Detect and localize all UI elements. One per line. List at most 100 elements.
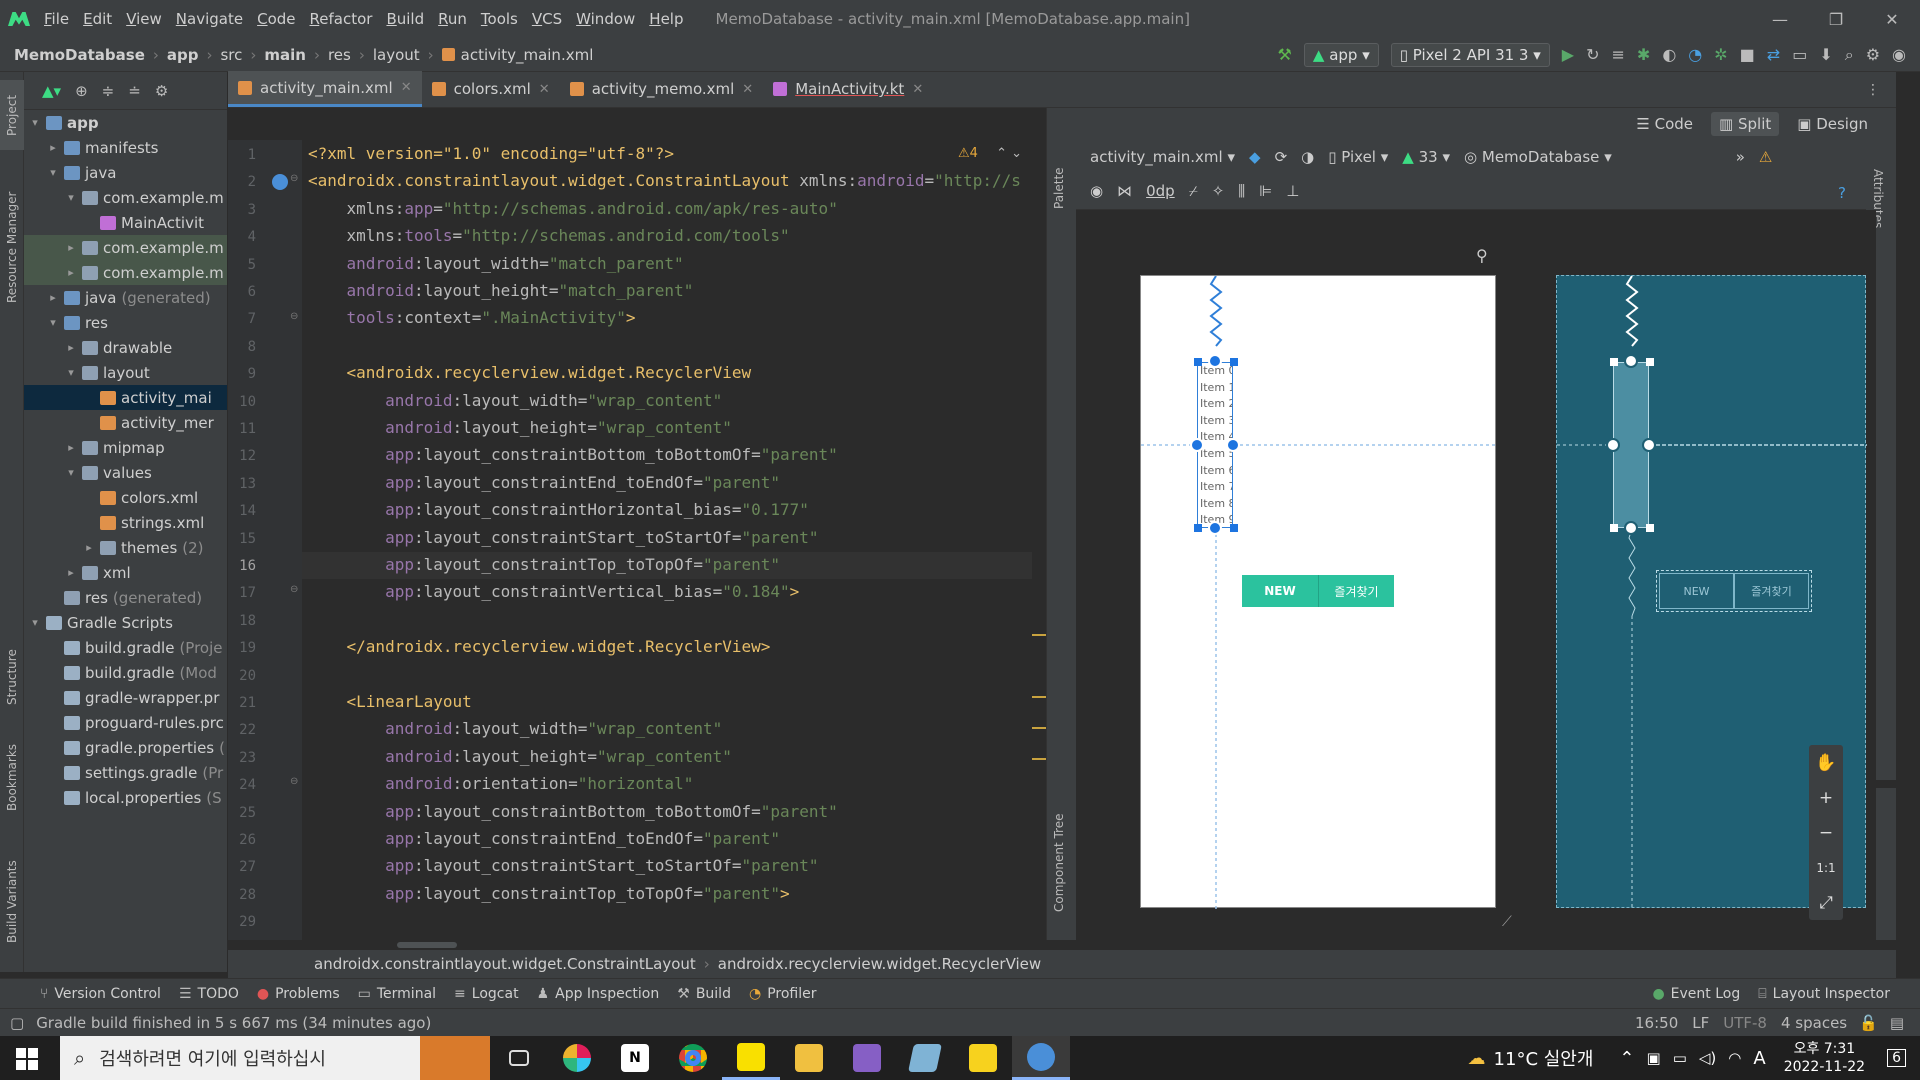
code-line[interactable]: android:orientation="horizontal" bbox=[308, 774, 693, 793]
layout-file-select[interactable]: activity_main.xml ▾ bbox=[1090, 148, 1235, 166]
device-manager-icon[interactable]: ▭ bbox=[1792, 45, 1807, 64]
code-line[interactable]: app:layout_constraintVertical_bias="0.18… bbox=[308, 582, 799, 601]
inspection-warning-badge[interactable]: ⚠4 ⌃ ⌄ bbox=[958, 146, 1022, 161]
code-line[interactable]: android:layout_width="wrap_content" bbox=[308, 391, 722, 410]
status-toggle-icon[interactable]: ▢ bbox=[10, 1014, 24, 1032]
expand-all-icon[interactable]: ≑ bbox=[102, 82, 115, 100]
code-line[interactable]: </androidx.recyclerview.widget.RecyclerV… bbox=[308, 637, 771, 656]
clear-constraints-icon[interactable]: ⌿ bbox=[1189, 182, 1198, 200]
blueprint-resize-handle[interactable] bbox=[1610, 358, 1618, 366]
chevron-icon[interactable]: ▾ bbox=[28, 616, 42, 629]
tree-item[interactable]: res (generated) bbox=[24, 585, 227, 610]
tree-item[interactable]: ▸ com.example.m bbox=[24, 260, 227, 285]
tray-chevron-icon[interactable]: ⌃ bbox=[1619, 1048, 1634, 1069]
tree-item[interactable]: ▾ com.example.m bbox=[24, 185, 227, 210]
battery-icon[interactable]: ▭ bbox=[1673, 1049, 1687, 1067]
infer-constraints-icon[interactable]: ✧ bbox=[1212, 182, 1225, 200]
new-button-preview[interactable]: NEW bbox=[1242, 575, 1318, 607]
tab-mainactivity-kt[interactable]: MainActivity.kt ✕ bbox=[763, 71, 933, 107]
sync-gradle-icon[interactable]: ⇄ bbox=[1767, 45, 1780, 64]
pan-hand-icon[interactable]: ✋ bbox=[1809, 745, 1843, 780]
tree-item[interactable]: ▾ app bbox=[24, 110, 227, 135]
breadcrumb-constraint-layout[interactable]: androidx.constraintlayout.widget.Constra… bbox=[314, 955, 696, 973]
tree-item[interactable]: gradle-wrapper.pr bbox=[24, 685, 227, 710]
theme-select[interactable]: ◎ MemoDatabase ▾ bbox=[1464, 148, 1612, 166]
breadcrumb-item[interactable]: src bbox=[220, 46, 242, 64]
event-log-tab[interactable]: ● Event Log bbox=[1652, 986, 1740, 1002]
warning-mark[interactable] bbox=[1032, 696, 1046, 698]
menu-run[interactable]: Run bbox=[438, 10, 467, 28]
chevron-icon[interactable]: ▾ bbox=[64, 191, 78, 204]
recycler-list-item[interactable]: Item 8 bbox=[1200, 497, 1232, 510]
network-icon[interactable]: ▣ bbox=[1647, 1049, 1661, 1067]
device-select-design[interactable]: ▯ Pixel ▾ bbox=[1328, 148, 1388, 166]
code-line[interactable]: xmlns:app="http://schemas.android.com/ap… bbox=[308, 199, 838, 218]
line-separator[interactable]: LF bbox=[1692, 1014, 1709, 1032]
task-view-icon[interactable] bbox=[490, 1036, 548, 1080]
android-studio-taskbar-icon[interactable] bbox=[1012, 1036, 1070, 1080]
locate-icon[interactable]: ⊕ bbox=[75, 82, 88, 100]
profiler-tab[interactable]: ◔ Profiler bbox=[749, 986, 817, 1002]
autoconnect-icon[interactable]: ⋈ bbox=[1117, 182, 1132, 200]
status-message[interactable]: Gradle build finished in 5 s 667 ms (34 … bbox=[36, 1014, 431, 1032]
fold-icon[interactable]: ⊖ bbox=[290, 173, 298, 184]
fold-icon[interactable]: ⊖ bbox=[290, 584, 298, 595]
lock-icon[interactable]: 🔓 bbox=[1859, 1014, 1878, 1032]
notification-badge[interactable]: 6 bbox=[1887, 1049, 1906, 1067]
close-tab-icon[interactable]: ✕ bbox=[742, 82, 753, 97]
tree-item[interactable]: activity_mai bbox=[24, 385, 227, 410]
split-mode-button[interactable]: ▥ Split bbox=[1711, 112, 1780, 136]
chevron-icon[interactable]: ▾ bbox=[28, 116, 42, 129]
warning-mark[interactable] bbox=[1032, 634, 1046, 636]
code-line[interactable]: <androidx.recyclerview.widget.RecyclerVi… bbox=[308, 363, 752, 382]
menu-navigate[interactable]: Navigate bbox=[176, 10, 243, 28]
settings-gear-icon[interactable]: ⚙ bbox=[1866, 45, 1880, 64]
layout-warning-icon[interactable]: ⚠ bbox=[1759, 148, 1772, 166]
tree-item[interactable]: MainActivit bbox=[24, 210, 227, 235]
sdk-manager-icon[interactable]: ⬇ bbox=[1819, 45, 1832, 64]
chevron-icon[interactable]: ▸ bbox=[82, 541, 96, 554]
code-line[interactable]: xmlns:tools="http://schemas.android.com/… bbox=[308, 226, 790, 245]
start-constraint-handle[interactable] bbox=[1190, 438, 1204, 452]
wifi-icon[interactable]: ◠ bbox=[1728, 1049, 1741, 1067]
resource-manager-tab[interactable]: Resource Manager bbox=[0, 172, 24, 322]
fold-icon[interactable]: ⊖ bbox=[290, 311, 298, 322]
menu-code[interactable]: Code bbox=[257, 10, 295, 28]
close-tab-icon[interactable]: ✕ bbox=[401, 80, 412, 95]
apply-changes-icon[interactable]: ↻ bbox=[1586, 45, 1599, 64]
tab-activity-memo-xml[interactable]: activity_memo.xml ✕ bbox=[560, 71, 764, 107]
night-mode-icon[interactable]: ◑ bbox=[1301, 148, 1314, 166]
zoom-actual-size-button[interactable]: 1:1 bbox=[1809, 850, 1843, 885]
blueprint-resize-handle[interactable] bbox=[1646, 358, 1654, 366]
resize-handle-icon[interactable]: ⟋ bbox=[1502, 914, 1512, 930]
scroll-thumb[interactable] bbox=[397, 942, 457, 948]
blueprint-end-handle[interactable] bbox=[1642, 438, 1656, 452]
palette-tab[interactable]: Palette bbox=[1047, 148, 1071, 228]
close-icon[interactable]: ✕ bbox=[1864, 0, 1920, 38]
volume-icon[interactable]: ◁) bbox=[1699, 1049, 1716, 1067]
tree-item[interactable]: ▸ themes (2) bbox=[24, 535, 227, 560]
android-view-icon[interactable]: ▲▾ bbox=[42, 82, 61, 100]
sticky-notes-icon[interactable] bbox=[954, 1036, 1012, 1080]
code-line[interactable]: app:layout_constraintStart_toStartOf="pa… bbox=[308, 528, 818, 547]
recycler-list-item[interactable]: Item 7 bbox=[1200, 480, 1232, 493]
chevron-icon[interactable]: ▸ bbox=[64, 566, 78, 579]
class-gutter-icon[interactable] bbox=[272, 174, 288, 190]
tree-item[interactable]: build.gradle (Mod bbox=[24, 660, 227, 685]
code-mode-button[interactable]: ☰ Code bbox=[1628, 112, 1701, 136]
layout-inspector-tab[interactable]: ⌸ Layout Inspector bbox=[1758, 986, 1890, 1002]
code-line[interactable]: <LinearLayout bbox=[308, 692, 472, 711]
recycler-list-item[interactable]: Item 1 bbox=[1200, 381, 1232, 394]
more-icon[interactable]: » bbox=[1736, 148, 1745, 166]
blueprint-bottom-handle[interactable] bbox=[1624, 521, 1638, 535]
minimize-icon[interactable]: — bbox=[1752, 0, 1808, 38]
resize-handle[interactable] bbox=[1230, 358, 1238, 366]
profile-icon[interactable]: ◔ bbox=[1688, 45, 1702, 64]
caret-position[interactable]: 16:50 bbox=[1635, 1014, 1678, 1032]
windows-start-icon[interactable] bbox=[16, 1048, 38, 1070]
project-tool-tab[interactable]: Project bbox=[0, 80, 24, 150]
design-surface-icon[interactable]: ◆ bbox=[1249, 148, 1261, 166]
help-icon[interactable]: ? bbox=[1838, 184, 1846, 202]
build-variants-tab[interactable]: Build Variants bbox=[0, 842, 24, 962]
blueprint-top-handle[interactable] bbox=[1624, 354, 1638, 368]
